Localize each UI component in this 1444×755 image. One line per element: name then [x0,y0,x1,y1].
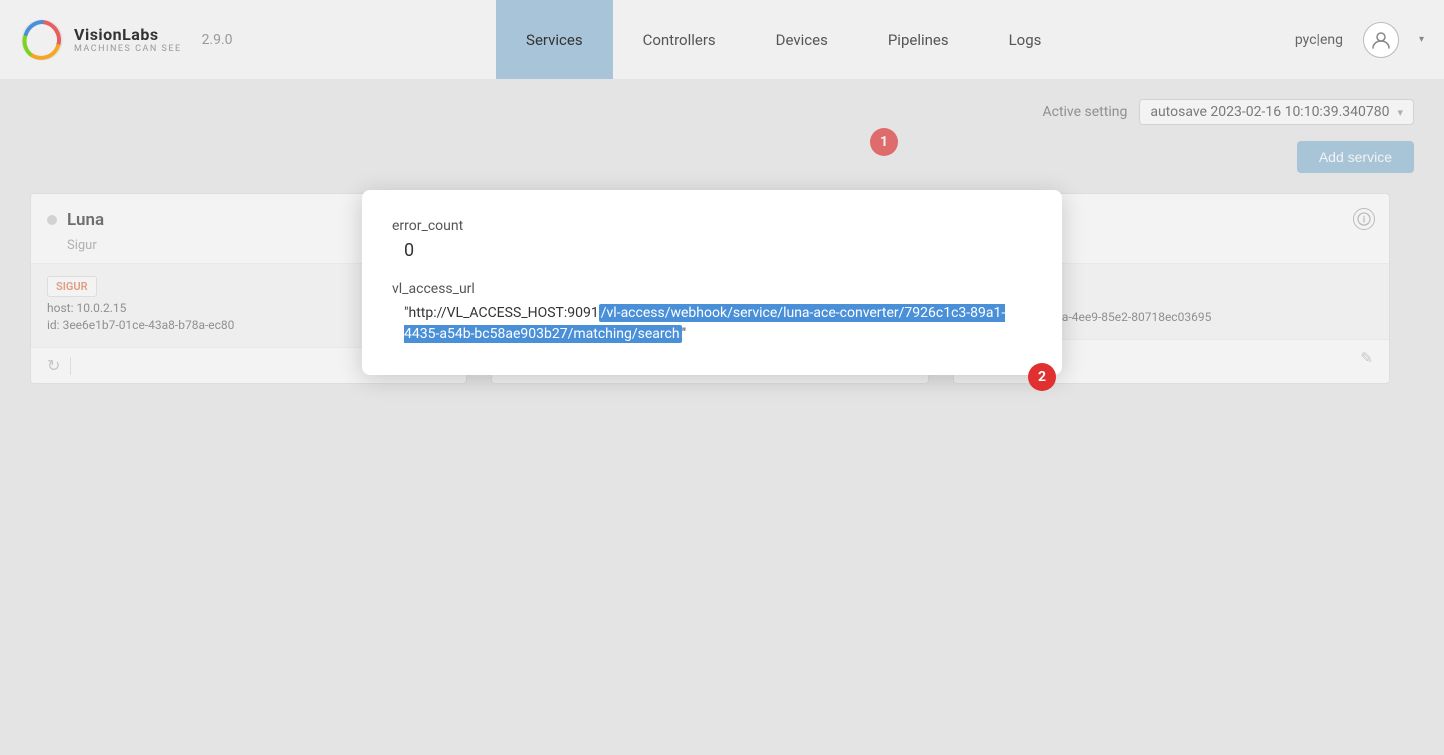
active-setting-row: Active setting autosave 2023-02-16 10:10… [30,99,1414,125]
user-avatar[interactable] [1363,22,1399,58]
nav-services[interactable]: Services [496,0,613,79]
version-label: 2.9.0 [202,32,233,48]
status-dot-sigur [47,215,57,225]
nav-logs[interactable]: Logs [979,0,1072,79]
nav-pipelines[interactable]: Pipelines [858,0,979,79]
logo-title: VisionLabs [74,25,182,44]
step-badge-2: 2 [1028,363,1056,391]
actions-row: Add service [30,141,1414,173]
logo-area: VisionLabs MACHINES CAN SEE [20,18,182,62]
card-title-sigur: Luna [67,210,104,230]
main-nav: Services Controllers Devices Pipelines L… [273,0,1295,79]
info-popup: error_count 0 vl_access_url "http://VL_A… [362,190,1062,375]
divider-sigur [70,357,71,375]
add-service-button[interactable]: Add service [1297,141,1414,173]
url-plain-end: " [682,326,686,342]
logo-subtitle: MACHINES CAN SEE [74,44,182,54]
error-count-label: error_count [392,218,1032,234]
active-setting-label: Active setting [1042,104,1127,120]
refresh-icon-sigur[interactable]: ↻ [47,356,60,375]
active-setting-value[interactable]: autosave 2023-02-16 10:10:39.340780 ▾ [1139,99,1414,125]
header-right: рус|eng ▾ [1295,22,1424,58]
active-setting-chevron-icon: ▾ [1397,106,1403,119]
active-setting-text: autosave 2023-02-16 10:10:39.340780 [1150,104,1389,120]
error-count-value: 0 [404,240,1032,261]
user-chevron-icon[interactable]: ▾ [1419,34,1424,45]
vl-access-url-label: vl_access_url [392,281,1032,297]
user-icon [1371,30,1391,50]
nav-devices[interactable]: Devices [746,0,858,79]
info-icon-luna[interactable] [1353,208,1375,230]
logo-icon [20,18,64,62]
step-badge-1: 1 [870,128,898,156]
nav-controllers[interactable]: Controllers [613,0,746,79]
url-plain-start: "http://VL_ACCESS_HOST:9091 [404,305,599,321]
header: VisionLabs MACHINES CAN SEE 2.9.0 Servic… [0,0,1444,79]
logo-text: VisionLabs MACHINES CAN SEE [74,25,182,54]
sigur-tag: SIGUR [47,276,97,297]
edit-icon-luna[interactable]: ✎ [1360,349,1373,367]
lang-switcher[interactable]: рус|eng [1295,32,1343,48]
vl-access-url-value[interactable]: "http://VL_ACCESS_HOST:9091/vl-access/we… [404,303,1032,345]
